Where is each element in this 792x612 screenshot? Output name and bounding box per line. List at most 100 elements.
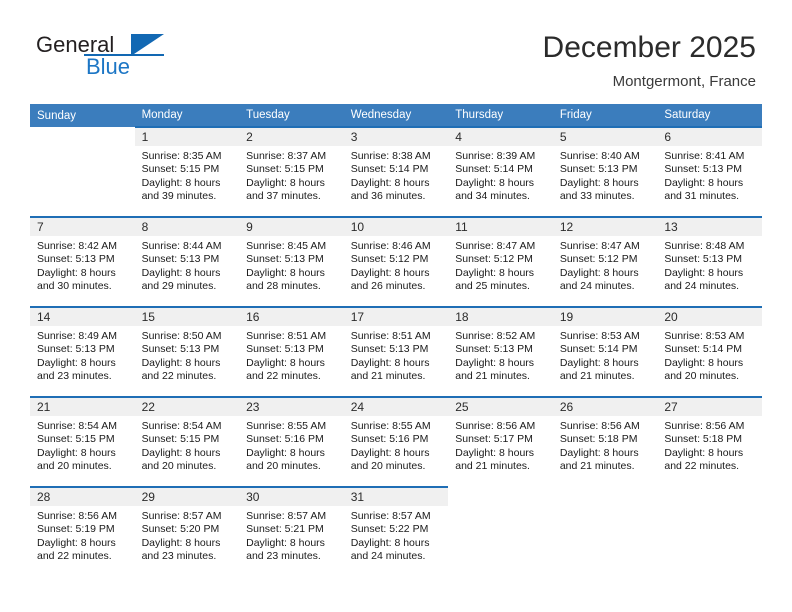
daylight-duration-line1: Daylight: 8 hours <box>455 446 535 459</box>
calendar-week-row: 14 Sunrise: 8:49 AM Sunset: 5:13 PM Dayligh… <box>30 306 762 397</box>
day-info: Sunrise: 8:53 AM Sunset: 5:14 PM Daylight:… <box>553 326 658 383</box>
calendar-day-cell[interactable]: 21 Sunrise: 8:54 AM Sunset: 5:15 PM Dayligh… <box>30 396 135 487</box>
daylight-duration-line1: Daylight: 8 hours <box>141 176 221 189</box>
sunset-time: Sunset: 5:15 PM <box>37 433 115 446</box>
calendar-day-cell[interactable]: 10 Sunrise: 8:46 AM Sunset: 5:12 PM Dayligh… <box>343 216 449 307</box>
daylight-duration-line1: Daylight: 8 hours <box>141 266 221 279</box>
sunset-time: Sunset: 5:13 PM <box>141 343 220 356</box>
calendar-day-cell[interactable]: 18 Sunrise: 8:52 AM Sunset: 5:13 PM Dayligh… <box>448 306 553 397</box>
sunset-time: Sunset: 5:16 PM <box>246 433 324 446</box>
weekday-header-sunday: Sunday <box>30 104 135 127</box>
sunrise-time: Sunrise: 8:46 AM <box>350 240 431 252</box>
sunrise-time: Sunrise: 8:45 AM <box>246 240 327 252</box>
sunset-time: Sunset: 5:17 PM <box>455 433 533 446</box>
weekday-header-thursday: Thursday <box>448 104 553 127</box>
calendar-day-cell[interactable]: 28 Sunrise: 8:56 AM Sunset: 5:19 PM Dayligh… <box>30 486 135 577</box>
sunrise-sunset-calendar: Sunday Monday Tuesday Wednesday Thursday… <box>30 104 762 577</box>
calendar-day-cell[interactable]: 7 Sunrise: 8:42 AM Sunset: 5:13 PM Daylight… <box>30 216 135 307</box>
daylight-duration-line2: and 23 minutes. <box>37 369 112 382</box>
day-number: 28 <box>30 488 135 506</box>
day-info: Sunrise: 8:39 AM Sunset: 5:14 PM Daylight:… <box>448 146 553 203</box>
daylight-duration-line2: and 21 minutes. <box>350 369 426 382</box>
sunset-time: Sunset: 5:13 PM <box>664 253 743 266</box>
daylight-duration-line2: and 26 minutes. <box>350 279 426 292</box>
daylight-duration-line1: Daylight: 8 hours <box>664 176 744 189</box>
calendar-day-cell[interactable]: 4 Sunrise: 8:39 AM Sunset: 5:14 PM Daylight… <box>448 126 553 217</box>
daylight-duration-line1: Daylight: 8 hours <box>246 176 325 189</box>
daylight-duration-line2: and 23 minutes. <box>141 549 217 562</box>
calendar-day-cell[interactable]: 9 Sunrise: 8:45 AM Sunset: 5:13 PM Daylight… <box>239 216 344 307</box>
daylight-duration-line2: and 25 minutes. <box>455 279 530 292</box>
page-title: December 2025 <box>542 31 756 64</box>
daylight-duration-line1: Daylight: 8 hours <box>350 266 430 279</box>
sunrise-time: Sunrise: 8:53 AM <box>664 330 745 342</box>
daylight-duration-line2: and 20 minutes. <box>664 369 740 382</box>
calendar-day-cell[interactable]: 29 Sunrise: 8:57 AM Sunset: 5:20 PM Dayligh… <box>134 486 240 577</box>
sunrise-time: Sunrise: 8:57 AM <box>246 510 327 522</box>
calendar-day-cell[interactable]: 31 Sunrise: 8:57 AM Sunset: 5:22 PM Dayligh… <box>343 486 449 577</box>
daylight-duration-line2: and 22 minutes. <box>664 459 740 472</box>
daylight-duration-line2: and 20 minutes. <box>350 459 426 472</box>
sunrise-time: Sunrise: 8:52 AM <box>455 330 536 342</box>
day-number: 14 <box>30 308 135 326</box>
calendar-day-cell[interactable]: 25 Sunrise: 8:56 AM Sunset: 5:17 PM Dayligh… <box>448 396 553 487</box>
calendar-day-cell[interactable]: 12 Sunrise: 8:47 AM Sunset: 5:12 PM Dayligh… <box>552 216 658 307</box>
day-number: 2 <box>239 128 344 146</box>
calendar-day-cell[interactable]: 16 Sunrise: 8:51 AM Sunset: 5:13 PM Dayligh… <box>239 306 344 397</box>
calendar-week-row: 28 Sunrise: 8:56 AM Sunset: 5:19 PM Dayligh… <box>30 486 762 577</box>
day-number: 23 <box>239 398 344 416</box>
day-number: 25 <box>448 398 553 416</box>
calendar-day-cell[interactable]: 23 Sunrise: 8:55 AM Sunset: 5:16 PM Dayligh… <box>239 396 344 487</box>
calendar-day-cell[interactable]: 2 Sunrise: 8:37 AM Sunset: 5:15 PM Daylight… <box>239 126 344 217</box>
sunset-time: Sunset: 5:13 PM <box>37 253 115 266</box>
calendar-day-cell[interactable]: 5 Sunrise: 8:40 AM Sunset: 5:13 PM Daylight… <box>552 126 658 217</box>
sunrise-time: Sunrise: 8:40 AM <box>559 150 640 162</box>
daylight-duration-line2: and 21 minutes. <box>455 459 530 472</box>
calendar-day-cell[interactable]: 30 Sunrise: 8:57 AM Sunset: 5:21 PM Dayligh… <box>239 486 344 577</box>
sunrise-time: Sunrise: 8:55 AM <box>246 420 327 432</box>
day-number: 3 <box>343 128 449 146</box>
daylight-duration-line1: Daylight: 8 hours <box>559 446 639 459</box>
calendar-day-cell[interactable]: 8 Sunrise: 8:44 AM Sunset: 5:13 PM Daylight… <box>134 216 240 307</box>
calendar-day-cell[interactable]: 20 Sunrise: 8:53 AM Sunset: 5:14 PM Dayligh… <box>657 306 762 397</box>
calendar-day-cell[interactable]: 27 Sunrise: 8:56 AM Sunset: 5:18 PM Dayligh… <box>657 396 762 487</box>
calendar-day-cell[interactable]: 22 Sunrise: 8:54 AM Sunset: 5:15 PM Dayligh… <box>134 396 240 487</box>
daylight-duration-line2: and 21 minutes. <box>559 459 635 472</box>
daylight-duration-line1: Daylight: 8 hours <box>455 266 535 279</box>
calendar-day-cell[interactable]: 13 Sunrise: 8:48 AM Sunset: 5:13 PM Dayligh… <box>657 216 762 307</box>
daylight-duration-line2: and 24 minutes. <box>559 279 635 292</box>
day-info: Sunrise: 8:41 AM Sunset: 5:13 PM Daylight:… <box>657 146 762 203</box>
daylight-duration-line2: and 24 minutes. <box>664 279 740 292</box>
calendar-day-cell[interactable]: 1 Sunrise: 8:35 AM Sunset: 5:15 PM Daylight… <box>134 126 240 217</box>
sunrise-time: Sunrise: 8:50 AM <box>141 330 222 342</box>
daylight-duration-line1: Daylight: 8 hours <box>37 536 116 549</box>
day-info: Sunrise: 8:53 AM Sunset: 5:14 PM Daylight:… <box>657 326 762 383</box>
sunrise-time: Sunrise: 8:37 AM <box>246 150 327 162</box>
calendar-day-cell[interactable]: 6 Sunrise: 8:41 AM Sunset: 5:13 PM Daylight… <box>657 126 762 217</box>
daylight-duration-line2: and 36 minutes. <box>350 189 426 202</box>
calendar-day-cell[interactable]: 17 Sunrise: 8:51 AM Sunset: 5:13 PM Dayligh… <box>343 306 449 397</box>
calendar-day-cell[interactable]: 3 Sunrise: 8:38 AM Sunset: 5:14 PM Daylight… <box>343 126 449 217</box>
day-number: 29 <box>134 488 240 506</box>
calendar-week-row: 7 Sunrise: 8:42 AM Sunset: 5:13 PM Daylight… <box>30 216 762 307</box>
day-number: 22 <box>134 398 240 416</box>
day-number: 19 <box>552 308 658 326</box>
day-info: Sunrise: 8:50 AM Sunset: 5:13 PM Daylight:… <box>135 326 240 383</box>
calendar-day-cell[interactable]: 26 Sunrise: 8:56 AM Sunset: 5:18 PM Dayligh… <box>552 396 658 487</box>
calendar-day-cell[interactable]: 15 Sunrise: 8:50 AM Sunset: 5:13 PM Dayligh… <box>134 306 240 397</box>
sunrise-time: Sunrise: 8:47 AM <box>559 240 640 252</box>
calendar-day-cell[interactable]: 24 Sunrise: 8:55 AM Sunset: 5:16 PM Dayligh… <box>343 396 449 487</box>
daylight-duration-line1: Daylight: 8 hours <box>350 536 430 549</box>
sunset-time: Sunset: 5:16 PM <box>350 433 429 446</box>
calendar-day-cell[interactable]: 19 Sunrise: 8:53 AM Sunset: 5:14 PM Dayligh… <box>552 306 658 397</box>
weekday-header-monday: Monday <box>134 104 240 127</box>
sunset-time: Sunset: 5:13 PM <box>559 163 638 176</box>
day-number: 13 <box>657 218 762 236</box>
calendar-day-cell[interactable]: 11 Sunrise: 8:47 AM Sunset: 5:12 PM Dayligh… <box>448 216 553 307</box>
daylight-duration-line1: Daylight: 8 hours <box>37 446 116 459</box>
sunset-time: Sunset: 5:15 PM <box>141 433 220 446</box>
sunset-time: Sunset: 5:14 PM <box>664 343 743 356</box>
calendar-day-cell[interactable]: 14 Sunrise: 8:49 AM Sunset: 5:13 PM Dayligh… <box>30 306 135 397</box>
day-number <box>553 487 658 505</box>
daylight-duration-line1: Daylight: 8 hours <box>141 536 221 549</box>
